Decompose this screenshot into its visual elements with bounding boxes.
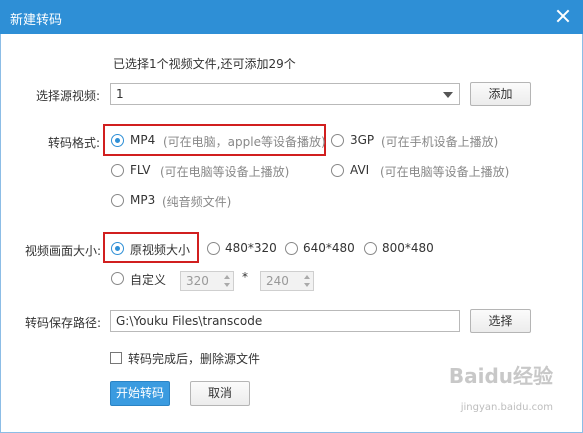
- spin-down-icon[interactable]: [224, 283, 230, 287]
- title-bar: 新建转码: [0, 0, 583, 34]
- save-path-value: G:\Youku Files\transcode: [116, 314, 263, 328]
- source-video-label: 选择源视频:: [36, 89, 101, 103]
- format-avi-label: AVI: [350, 163, 370, 177]
- radio-flv[interactable]: [111, 164, 124, 177]
- format-3gp-hint: (可在手机设备上播放): [381, 135, 499, 149]
- custom-width-input[interactable]: 320: [180, 271, 234, 291]
- radio-mp4[interactable]: [111, 134, 124, 147]
- video-size-label: 视频画面大小:: [25, 244, 102, 258]
- format-mp4-hint: (可在电脑，apple等设备播放): [163, 135, 326, 149]
- format-mp3-hint: (纯音频文件): [162, 195, 232, 209]
- format-label: 转码格式:: [48, 136, 101, 150]
- radio-original-size[interactable]: [111, 242, 124, 255]
- save-path-field[interactable]: G:\Youku Files\transcode: [110, 310, 460, 332]
- format-mp4-label: MP4: [130, 133, 156, 147]
- radio-640x480[interactable]: [285, 242, 298, 255]
- format-mp3-label: MP3: [130, 193, 156, 207]
- radio-3gp[interactable]: [331, 134, 344, 147]
- delete-source-checkbox[interactable]: [110, 352, 122, 364]
- save-path-label: 转码保存路径:: [25, 316, 102, 330]
- format-flv-label: FLV: [130, 163, 151, 177]
- select-path-button[interactable]: 选择: [470, 309, 531, 333]
- radio-avi[interactable]: [331, 164, 344, 177]
- format-3gp-label: 3GP: [350, 133, 375, 147]
- selection-info: 已选择1个视频文件,还可添加29个: [113, 57, 296, 71]
- radio-custom-size[interactable]: [111, 272, 124, 285]
- close-icon[interactable]: [555, 8, 571, 24]
- size-480x320-label: 480*320: [225, 241, 277, 255]
- radio-480x320[interactable]: [207, 242, 220, 255]
- custom-width-value: 320: [186, 274, 209, 288]
- custom-height-value: 240: [266, 274, 289, 288]
- format-flv-hint: (可在电脑等设备上播放): [160, 165, 290, 179]
- watermark-url: jingyan.baidu.com: [460, 402, 553, 413]
- delete-source-label: 转码完成后，删除源文件: [128, 352, 261, 366]
- custom-height-input[interactable]: 240: [260, 271, 314, 291]
- spin-down-icon[interactable]: [304, 283, 310, 287]
- size-custom-label: 自定义: [130, 273, 167, 287]
- size-original-label: 原视频大小: [130, 243, 191, 257]
- spin-up-icon[interactable]: [304, 275, 310, 279]
- radio-800x480[interactable]: [364, 242, 377, 255]
- format-avi-hint: (可在电脑等设备上播放): [380, 165, 510, 179]
- watermark-logo: Baidu经验: [448, 364, 553, 388]
- radio-mp3[interactable]: [111, 194, 124, 207]
- size-800x480-label: 800*480: [382, 241, 434, 255]
- source-video-value: 1: [116, 87, 124, 101]
- start-transcode-button[interactable]: 开始转码: [110, 381, 170, 406]
- window-title: 新建转码: [10, 13, 63, 28]
- spin-up-icon[interactable]: [224, 275, 230, 279]
- add-button[interactable]: 添加: [470, 82, 531, 106]
- source-video-select[interactable]: 1: [110, 83, 460, 105]
- size-640x480-label: 640*480: [303, 241, 355, 255]
- chevron-down-icon[interactable]: [443, 92, 453, 98]
- cancel-button[interactable]: 取消: [190, 381, 250, 406]
- times-sign: *: [242, 270, 248, 284]
